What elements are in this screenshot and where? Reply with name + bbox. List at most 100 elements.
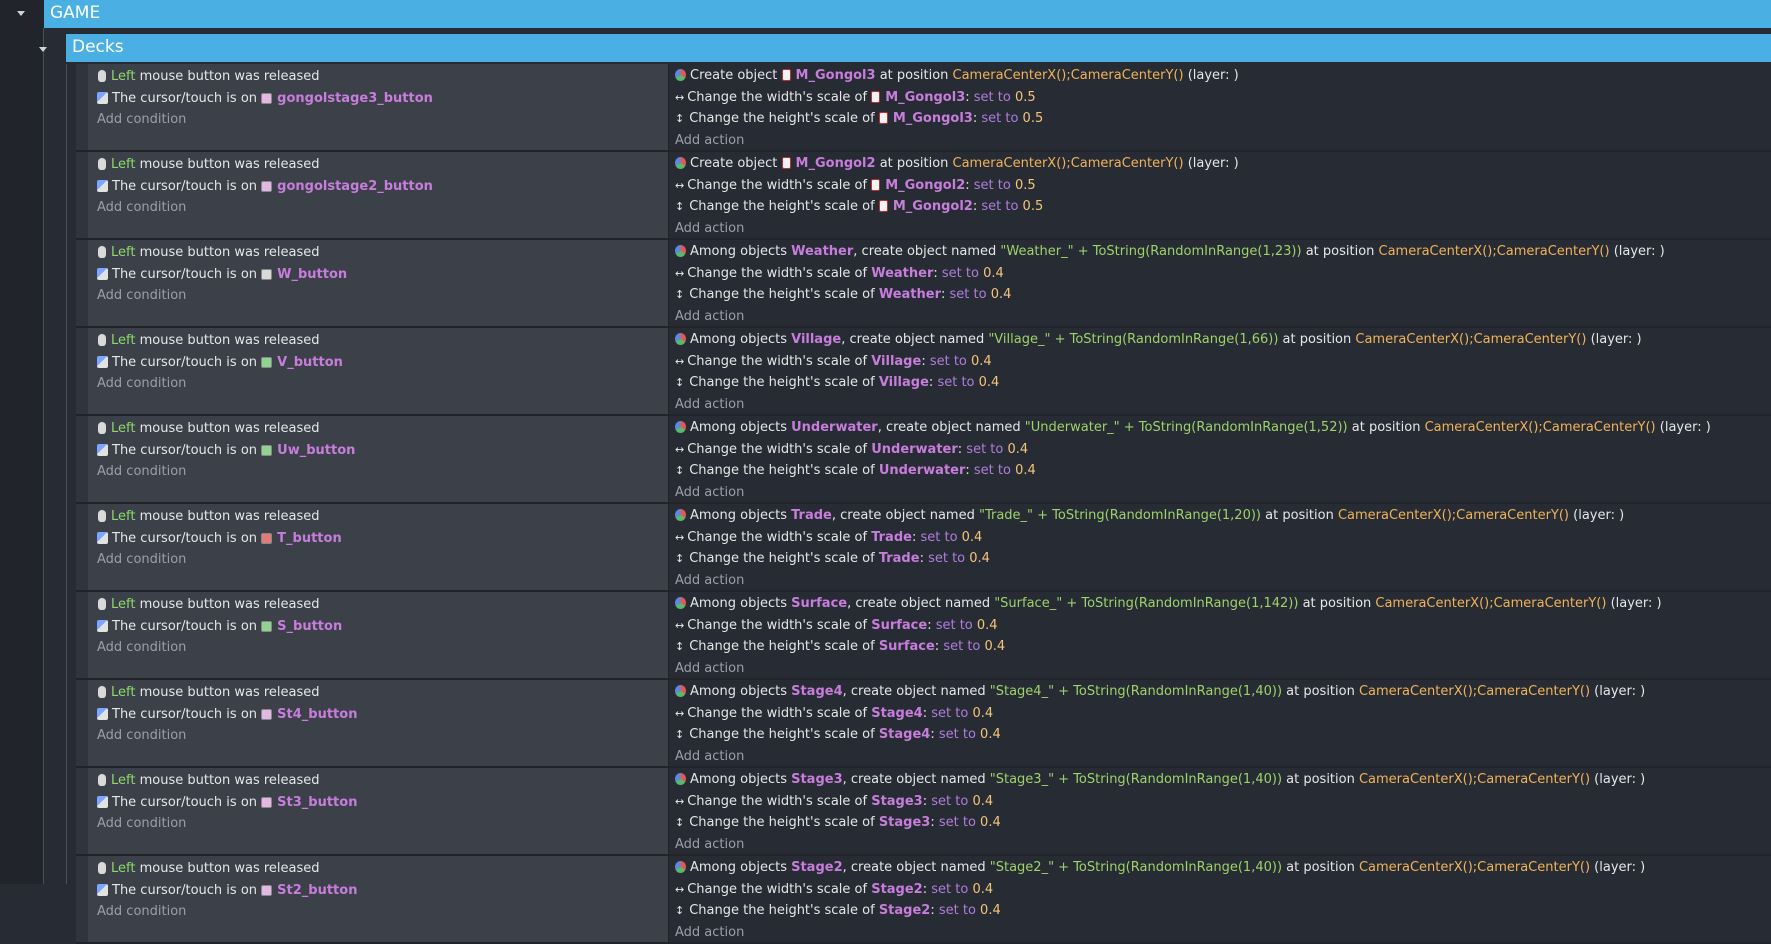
action-object-name[interactable]: Underwater <box>871 442 958 457</box>
event-row[interactable]: Left mouse button was released The cursor… <box>76 328 1771 416</box>
add-condition-button[interactable]: Add condition <box>89 901 668 923</box>
action-object-name[interactable]: M_Gongol2 <box>893 199 973 214</box>
condition-cursor-on-object[interactable]: The cursor/touch is on V_button <box>89 352 668 374</box>
condition-object-name[interactable]: S_button <box>277 619 342 634</box>
condition-mouse-released[interactable]: Left mouse button was released <box>89 242 668 264</box>
event-drag-handle[interactable] <box>76 328 89 414</box>
actions-column[interactable]: Among objects Underwater, create object … <box>669 416 1771 502</box>
action-change-width-scale[interactable]: ↔ Change the width's scale of Stage3: set… <box>669 791 1771 813</box>
condition-mouse-released[interactable]: Left mouse button was released <box>89 66 668 88</box>
condition-cursor-on-object[interactable]: The cursor/touch is on St2_button <box>89 880 668 902</box>
add-action-button[interactable]: Add action <box>669 130 1771 152</box>
action-object-name[interactable]: Stage3 <box>791 772 843 787</box>
event-drag-handle[interactable] <box>76 680 89 766</box>
condition-mouse-released[interactable]: Left mouse button was released <box>89 594 668 616</box>
add-condition-button[interactable]: Add condition <box>89 197 668 219</box>
action-change-height-scale[interactable]: ↕ Change the height's scale of Stage2: se… <box>669 900 1771 922</box>
event-row[interactable]: Left mouse button was released The cursor… <box>76 680 1771 768</box>
condition-object-name[interactable]: V_button <box>277 355 343 370</box>
action-object-name[interactable]: M_Gongol3 <box>796 68 876 83</box>
condition-mouse-released[interactable]: Left mouse button was released <box>89 330 668 352</box>
actions-column[interactable]: Create object M_Gongol2 at position Came… <box>669 152 1771 238</box>
action-object-name[interactable]: Surface <box>871 618 927 633</box>
action-object-name[interactable]: Surface <box>791 596 847 611</box>
action-object-name[interactable]: M_Gongol3 <box>893 111 973 126</box>
condition-cursor-on-object[interactable]: The cursor/touch is on S_button <box>89 616 668 638</box>
action-create-object-among[interactable]: Among objects Stage4, create object name… <box>669 681 1771 703</box>
decks-group-collapse-toggle[interactable] <box>36 42 50 56</box>
condition-object-name[interactable]: T_button <box>277 531 342 546</box>
action-change-width-scale[interactable]: ↔ Change the width's scale of Stage4: set… <box>669 703 1771 725</box>
action-object-name[interactable]: Stage2 <box>791 860 843 875</box>
condition-cursor-on-object[interactable]: The cursor/touch is on St3_button <box>89 792 668 814</box>
add-condition-button[interactable]: Add condition <box>89 285 668 307</box>
event-drag-handle[interactable] <box>76 416 89 502</box>
group-header-game[interactable]: GAME <box>44 0 1771 28</box>
add-action-button[interactable]: Add action <box>669 570 1771 592</box>
action-change-width-scale[interactable]: ↔ Change the width's scale of Village: se… <box>669 351 1771 373</box>
action-create-object[interactable]: Create object M_Gongol3 at position Came… <box>669 65 1771 87</box>
condition-object-name[interactable]: Uw_button <box>277 443 355 458</box>
condition-cursor-on-object[interactable]: The cursor/touch is on W_button <box>89 264 668 286</box>
action-change-width-scale[interactable]: ↔ Change the width's scale of Surface: se… <box>669 615 1771 637</box>
actions-column[interactable]: Among objects Trade, create object named… <box>669 504 1771 590</box>
event-row[interactable]: Left mouse button was released The cursor… <box>76 856 1771 944</box>
conditions-column[interactable]: Left mouse button was released The cursor… <box>89 64 669 150</box>
conditions-column[interactable]: Left mouse button was released The cursor… <box>89 592 669 678</box>
game-group-collapse-toggle[interactable] <box>14 6 28 20</box>
action-change-width-scale[interactable]: ↔ Change the width's scale of Underwater:… <box>669 439 1771 461</box>
actions-column[interactable]: Among objects Stage3, create object name… <box>669 768 1771 854</box>
event-drag-handle[interactable] <box>76 856 89 942</box>
event-row[interactable]: Left mouse button was released The cursor… <box>76 152 1771 240</box>
event-drag-handle[interactable] <box>76 240 89 326</box>
action-change-width-scale[interactable]: ↔ Change the width's scale of Weather: se… <box>669 263 1771 285</box>
actions-column[interactable]: Among objects Stage2, create object name… <box>669 856 1771 942</box>
action-object-name[interactable]: Weather <box>871 266 933 281</box>
condition-object-name[interactable]: gongolstage2_button <box>277 179 433 194</box>
action-object-name[interactable]: Underwater <box>791 420 878 435</box>
event-drag-handle[interactable] <box>76 64 89 150</box>
action-object-name[interactable]: Trade <box>791 508 832 523</box>
condition-cursor-on-object[interactable]: The cursor/touch is on T_button <box>89 528 668 550</box>
conditions-column[interactable]: Left mouse button was released The cursor… <box>89 680 669 766</box>
event-drag-handle[interactable] <box>76 504 89 590</box>
conditions-column[interactable]: Left mouse button was released The cursor… <box>89 416 669 502</box>
condition-object-name[interactable]: W_button <box>277 267 347 282</box>
action-object-name[interactable]: Stage2 <box>879 903 931 918</box>
add-action-button[interactable]: Add action <box>669 922 1771 944</box>
add-condition-button[interactable]: Add condition <box>89 637 668 659</box>
add-condition-button[interactable]: Add condition <box>89 813 668 835</box>
action-change-height-scale[interactable]: ↕ Change the height's scale of M_Gongol3:… <box>669 108 1771 130</box>
action-object-name[interactable]: Trade <box>879 551 920 566</box>
event-drag-handle[interactable] <box>76 768 89 854</box>
action-object-name[interactable]: Village <box>879 375 929 390</box>
condition-cursor-on-object[interactable]: The cursor/touch is on gongolstage2_butt… <box>89 176 668 198</box>
action-create-object-among[interactable]: Among objects Weather, create object nam… <box>669 241 1771 263</box>
action-object-name[interactable]: Stage4 <box>879 727 931 742</box>
action-object-name[interactable]: Village <box>871 354 921 369</box>
add-condition-button[interactable]: Add condition <box>89 461 668 483</box>
action-object-name[interactable]: Weather <box>791 244 853 259</box>
conditions-column[interactable]: Left mouse button was released The cursor… <box>89 152 669 238</box>
action-create-object-among[interactable]: Among objects Village, create object nam… <box>669 329 1771 351</box>
add-action-button[interactable]: Add action <box>669 834 1771 856</box>
action-object-name[interactable]: M_Gongol3 <box>885 90 965 105</box>
conditions-column[interactable]: Left mouse button was released The cursor… <box>89 768 669 854</box>
action-object-name[interactable]: Stage4 <box>871 706 923 721</box>
condition-mouse-released[interactable]: Left mouse button was released <box>89 858 668 880</box>
action-object-name[interactable]: M_Gongol2 <box>796 156 876 171</box>
action-change-height-scale[interactable]: ↕ Change the height's scale of Stage3: se… <box>669 812 1771 834</box>
add-action-button[interactable]: Add action <box>669 482 1771 504</box>
add-condition-button[interactable]: Add condition <box>89 109 668 131</box>
event-row[interactable]: Left mouse button was released The cursor… <box>76 768 1771 856</box>
condition-cursor-on-object[interactable]: The cursor/touch is on St4_button <box>89 704 668 726</box>
conditions-column[interactable]: Left mouse button was released The cursor… <box>89 504 669 590</box>
event-row[interactable]: Left mouse button was released The cursor… <box>76 504 1771 592</box>
conditions-column[interactable]: Left mouse button was released The cursor… <box>89 328 669 414</box>
add-action-button[interactable]: Add action <box>669 218 1771 240</box>
actions-column[interactable]: Among objects Surface, create object nam… <box>669 592 1771 678</box>
action-change-width-scale[interactable]: ↔ Change the width's scale of Trade: set … <box>669 527 1771 549</box>
action-create-object[interactable]: Create object M_Gongol2 at position Came… <box>669 153 1771 175</box>
add-condition-button[interactable]: Add condition <box>89 725 668 747</box>
event-row[interactable]: Left mouse button was released The cursor… <box>76 592 1771 680</box>
